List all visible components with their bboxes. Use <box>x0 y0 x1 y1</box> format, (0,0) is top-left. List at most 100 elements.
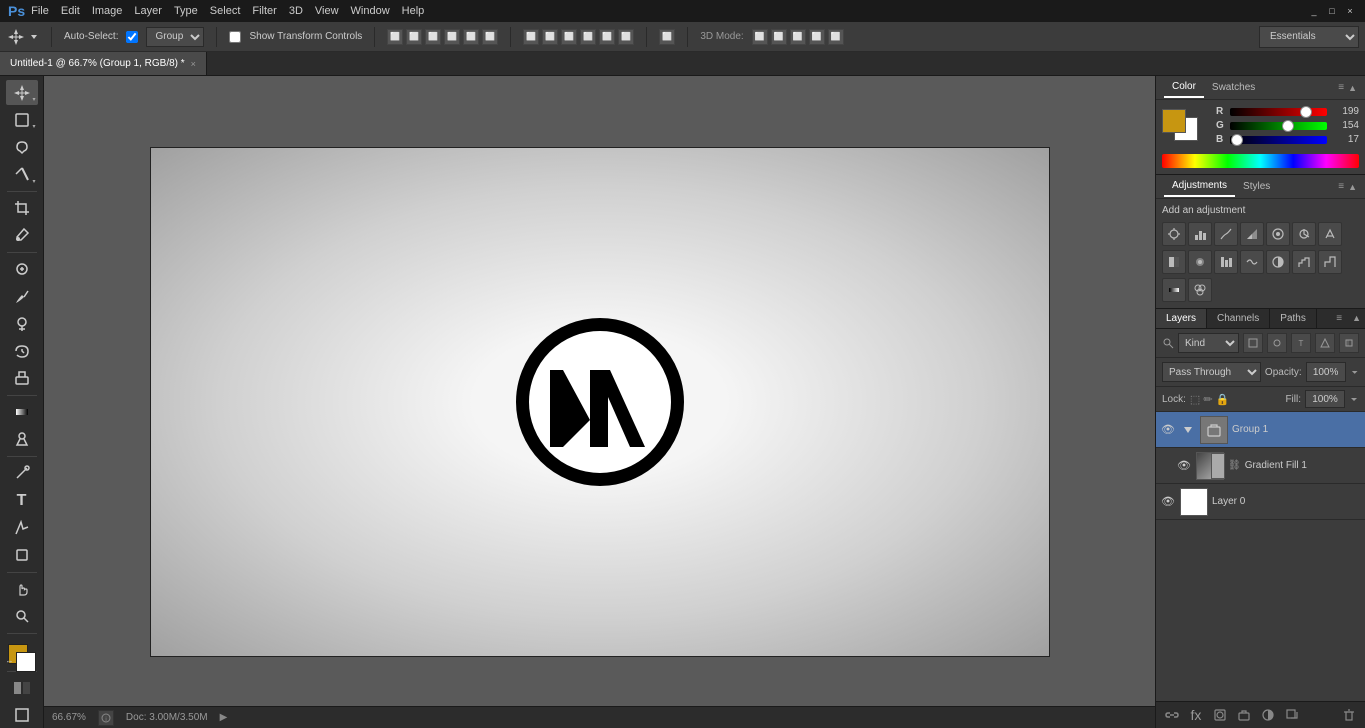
lock-position-icon[interactable]: ✏ <box>1203 393 1212 406</box>
fill-input[interactable] <box>1305 390 1345 408</box>
layers-tab[interactable]: Layers <box>1156 309 1207 328</box>
menu-file[interactable]: File <box>31 5 49 17</box>
styles-tab[interactable]: Styles <box>1235 177 1278 196</box>
menu-type[interactable]: Type <box>174 5 198 17</box>
eyedropper-tool[interactable] <box>6 223 38 248</box>
autoselect-checkbox[interactable] <box>126 31 138 43</box>
kind-shape-icon[interactable] <box>1315 333 1335 353</box>
layers-panel-menu[interactable]: ≡ <box>1330 309 1348 328</box>
threed-rotate-icon[interactable]: ⬜ <box>752 29 768 45</box>
close-button[interactable]: × <box>1343 4 1357 18</box>
layer-item-group1[interactable]: 👁 Group 1 <box>1156 412 1365 448</box>
document-tab[interactable]: Untitled-1 @ 66.7% (Group 1, RGB/8) * × <box>0 52 207 75</box>
menu-select[interactable]: Select <box>210 5 241 17</box>
gradient-tool[interactable] <box>6 400 38 425</box>
minimize-button[interactable]: _ <box>1307 4 1321 18</box>
background-color[interactable] <box>16 652 36 672</box>
kind-type-icon[interactable]: T <box>1291 333 1311 353</box>
channels-tab[interactable]: Channels <box>1207 309 1270 328</box>
pen-tool[interactable] <box>6 461 38 486</box>
adj-colorbalance-icon[interactable] <box>1318 222 1342 246</box>
screen-mode-tool[interactable] <box>6 703 38 728</box>
threed-orbit-icon[interactable]: ⬜ <box>771 29 787 45</box>
adjustments-tab[interactable]: Adjustments <box>1164 176 1235 197</box>
group-select[interactable]: Group <box>146 27 204 47</box>
dodge-tool[interactable] <box>6 427 38 452</box>
layer-expand-icon[interactable] <box>1180 422 1196 438</box>
new-adjustment-btn[interactable] <box>1258 705 1278 725</box>
delete-layer-btn[interactable] <box>1339 705 1359 725</box>
status-info-icon[interactable]: i <box>98 710 114 726</box>
adj-panel-menu[interactable]: ≡ <box>1338 181 1344 192</box>
link-layers-btn[interactable] <box>1162 705 1182 725</box>
eraser-tool[interactable] <box>6 366 38 391</box>
layer-item-layer0[interactable]: 👁 Layer 0 <box>1156 484 1365 520</box>
kind-select[interactable]: Kind <box>1178 333 1239 353</box>
adj-colorlookup-icon[interactable] <box>1240 250 1264 274</box>
kind-smartobj-icon[interactable] <box>1339 333 1359 353</box>
quick-mask-tool[interactable] <box>6 676 38 701</box>
dist-bottom-icon[interactable]: ⬜ <box>561 29 577 45</box>
align-top-icon[interactable]: ⬜ <box>444 29 460 45</box>
adj-invert-icon[interactable] <box>1266 250 1290 274</box>
new-layer-btn[interactable] <box>1282 705 1302 725</box>
lasso-tool[interactable] <box>6 134 38 159</box>
menu-3d[interactable]: 3D <box>289 5 303 17</box>
g-slider-track[interactable] <box>1230 122 1327 130</box>
adj-threshold-icon[interactable] <box>1318 250 1342 274</box>
layer-visibility-group1[interactable]: 👁 <box>1160 422 1176 438</box>
adj-vibrance-icon[interactable] <box>1266 222 1290 246</box>
essentials-select[interactable]: Essentials <box>1259 26 1359 48</box>
swatches-tab[interactable]: Swatches <box>1204 78 1263 97</box>
paths-tab[interactable]: Paths <box>1270 309 1317 328</box>
align-center-h-icon[interactable]: ⬜ <box>406 29 422 45</box>
menu-window[interactable]: Window <box>351 5 390 17</box>
clone-tool[interactable] <box>6 311 38 336</box>
add-mask-btn[interactable] <box>1210 705 1230 725</box>
color-tab[interactable]: Color <box>1164 77 1204 98</box>
text-tool[interactable]: T <box>6 488 38 513</box>
menu-image[interactable]: Image <box>92 5 123 17</box>
menu-edit[interactable]: Edit <box>61 5 80 17</box>
blend-mode-select[interactable]: Pass Through <box>1162 362 1261 382</box>
adj-curves-icon[interactable] <box>1214 222 1238 246</box>
select-tool[interactable]: ▾ <box>6 107 38 132</box>
b-slider-thumb[interactable] <box>1231 134 1243 146</box>
canvas[interactable] <box>150 147 1050 657</box>
dist-center-v-icon[interactable]: ⬜ <box>542 29 558 45</box>
dist-right-icon[interactable]: ⬜ <box>618 29 634 45</box>
adj-posterize-icon[interactable] <box>1292 250 1316 274</box>
g-slider-thumb[interactable] <box>1282 120 1294 132</box>
add-style-btn[interactable]: fx <box>1186 705 1206 725</box>
b-slider-track[interactable] <box>1230 136 1327 144</box>
r-slider-track[interactable] <box>1230 108 1327 116</box>
kind-adjust-icon[interactable] <box>1267 333 1287 353</box>
kind-pixel-icon[interactable] <box>1243 333 1263 353</box>
opacity-input[interactable] <box>1306 362 1346 382</box>
status-arrow-icon[interactable]: ▶ <box>220 712 228 723</box>
dist-left-icon[interactable]: ⬜ <box>580 29 596 45</box>
align-bottom-icon[interactable]: ⬜ <box>482 29 498 45</box>
layer-visibility-layer0[interactable]: 👁 <box>1160 494 1176 510</box>
lock-pixels-icon[interactable]: ⬚ <box>1190 393 1200 406</box>
new-group-btn[interactable] <box>1234 705 1254 725</box>
shape-tool[interactable] <box>6 542 38 567</box>
threed-slide-icon[interactable]: ⬜ <box>809 29 825 45</box>
adj-selectivecolor-icon[interactable] <box>1188 278 1212 302</box>
layer-item-gradient[interactable]: 👁 ⛓ Gradient Fill 1 <box>1156 448 1365 484</box>
adj-photofilter-icon[interactable] <box>1188 250 1212 274</box>
dist-center-h-icon[interactable]: ⬜ <box>599 29 615 45</box>
brush-tool[interactable] <box>6 284 38 309</box>
adj-bw-icon[interactable] <box>1162 250 1186 274</box>
menu-filter[interactable]: Filter <box>252 5 276 17</box>
hand-tool[interactable] <box>6 576 38 601</box>
adj-hsl-icon[interactable] <box>1292 222 1316 246</box>
layers-panel-collapse[interactable]: ▲ <box>1348 309 1365 328</box>
lock-all-icon[interactable]: 🔒 <box>1216 393 1230 406</box>
show-transform-checkbox[interactable] <box>229 31 241 43</box>
fg-color-display[interactable] <box>1162 109 1186 133</box>
auto-align-icon[interactable]: ⬜ <box>659 29 675 45</box>
menu-view[interactable]: View <box>315 5 339 17</box>
adj-brightness-icon[interactable] <box>1162 222 1186 246</box>
adj-panel-collapse[interactable]: ▲ <box>1348 182 1357 192</box>
